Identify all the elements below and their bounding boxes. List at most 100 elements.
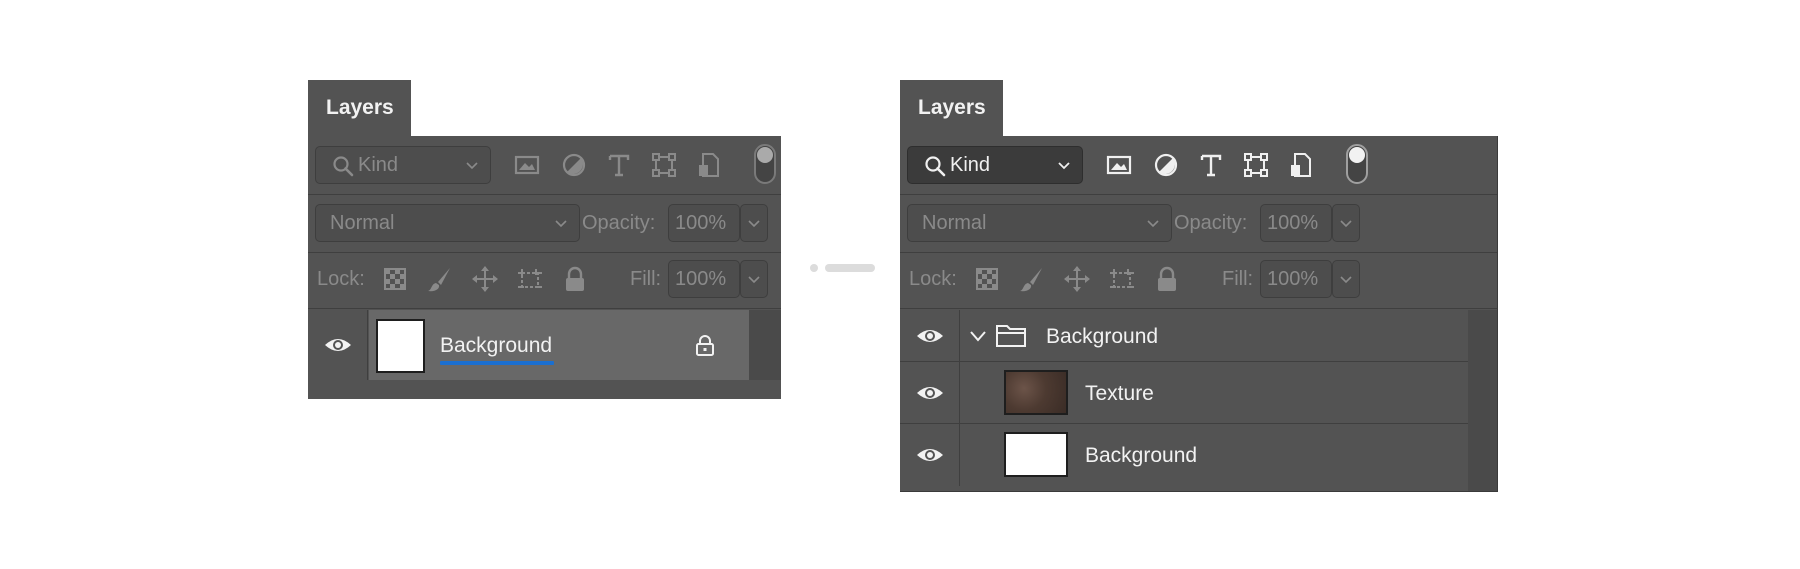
lock-image-pixels-icon[interactable] — [1017, 264, 1047, 294]
filter-kind-dropdown[interactable]: Kind — [907, 146, 1083, 184]
selected-layer-highlight — [369, 310, 749, 380]
divider — [900, 308, 1497, 309]
opacity-field[interactable]: 100% — [1260, 204, 1332, 242]
chevron-down-icon[interactable] — [968, 326, 988, 346]
shape-layer-filter-icon[interactable] — [647, 148, 681, 182]
chevron-down-icon — [1147, 220, 1159, 228]
layer-name[interactable]: Background — [1046, 325, 1158, 349]
chevron-down-icon — [1058, 162, 1070, 170]
visibility-cell[interactable] — [308, 310, 368, 380]
layers-panel-before: Layers Kind Normal Opacity: 100% Lock: F… — [308, 80, 781, 399]
lock-all-icon[interactable] — [1152, 264, 1182, 294]
eye-icon[interactable] — [915, 384, 945, 402]
lock-transparent-pixels-icon[interactable] — [972, 264, 1002, 294]
blend-mode-dropdown[interactable]: Normal — [315, 204, 580, 242]
layer-group-row[interactable]: Background — [900, 310, 1468, 362]
blend-mode-value: Normal — [330, 212, 395, 234]
lock-row: Lock: Fill: 100% — [900, 260, 1497, 300]
divider — [308, 308, 781, 309]
filter-row: Kind — [900, 144, 1497, 186]
filter-toggle-knob — [757, 147, 773, 163]
opacity-dropdown[interactable] — [740, 204, 768, 242]
lock-image-pixels-icon[interactable] — [425, 264, 455, 294]
chevron-down-icon — [466, 162, 478, 170]
lock-label: Lock: — [317, 268, 365, 290]
lock-position-icon[interactable] — [1062, 264, 1092, 294]
layers-panel-body: Kind Normal Opacity: 100% Lock: Fill: 10… — [308, 136, 781, 399]
fill-dropdown[interactable] — [740, 260, 768, 298]
connector-dash — [825, 264, 875, 272]
blend-row: Normal Opacity: 100% — [308, 204, 781, 244]
eye-icon[interactable] — [915, 327, 945, 345]
layer-name[interactable]: Texture — [1085, 382, 1154, 406]
layer-lock-icon[interactable] — [693, 333, 717, 357]
fill-field[interactable]: 100% — [668, 260, 740, 298]
scrollbar[interactable] — [1468, 310, 1497, 491]
shape-layer-filter-icon[interactable] — [1239, 148, 1273, 182]
layer-name[interactable]: Background — [440, 334, 552, 358]
chevron-down-icon — [748, 220, 760, 228]
fill-field[interactable]: 100% — [1260, 260, 1332, 298]
layer-name[interactable]: Background — [1085, 444, 1197, 468]
layers-list: Background Texture Background — [900, 310, 1497, 491]
opacity-label: Opacity: — [1174, 212, 1248, 234]
layers-tab[interactable]: Layers — [308, 80, 411, 136]
scrollbar[interactable] — [749, 310, 781, 380]
type-layer-filter-icon[interactable] — [1194, 148, 1228, 182]
eye-icon[interactable] — [915, 446, 945, 464]
lock-artboard-icon[interactable] — [515, 264, 545, 294]
eye-icon[interactable] — [323, 336, 353, 354]
smart-object-filter-icon[interactable] — [692, 148, 726, 182]
layer-row[interactable]: Texture — [900, 362, 1468, 424]
chevron-down-icon — [1340, 220, 1352, 228]
fill-value: 100% — [1267, 268, 1319, 290]
filter-kind-label: Kind — [358, 154, 399, 176]
layers-panel-body: Kind Normal Opacity: 100% Lock: Fill: 10… — [900, 136, 1498, 492]
filter-row: Kind — [308, 144, 781, 186]
blend-mode-value: Normal — [922, 212, 987, 234]
type-layer-filter-icon[interactable] — [602, 148, 636, 182]
opacity-field[interactable]: 100% — [668, 204, 740, 242]
layer-row[interactable]: Background — [900, 424, 1468, 486]
pixel-layer-filter-icon[interactable] — [510, 148, 544, 182]
divider — [900, 194, 1497, 195]
filter-kind-label: Kind — [950, 154, 991, 176]
smart-object-filter-icon[interactable] — [1284, 148, 1318, 182]
filter-toggle-knob — [1349, 147, 1365, 163]
visibility-cell[interactable] — [900, 310, 960, 362]
divider — [900, 252, 1497, 253]
layers-tab[interactable]: Layers — [900, 80, 1003, 136]
search-icon — [925, 156, 946, 177]
opacity-value: 100% — [1267, 212, 1319, 234]
lock-transparent-pixels-icon[interactable] — [380, 264, 410, 294]
fill-dropdown[interactable] — [1332, 260, 1360, 298]
visibility-cell[interactable] — [900, 424, 960, 486]
search-icon — [333, 156, 354, 177]
layer-thumbnail — [376, 319, 425, 373]
layer-row[interactable]: Background — [308, 310, 749, 380]
fill-label: Fill: — [630, 268, 662, 290]
lock-position-icon[interactable] — [470, 264, 500, 294]
fill-label: Fill: — [1222, 268, 1254, 290]
layers-list: Background — [308, 310, 781, 399]
layer-thumbnail — [1004, 432, 1068, 477]
chevron-down-icon — [555, 220, 567, 228]
pixel-layer-filter-icon[interactable] — [1102, 148, 1136, 182]
lock-artboard-icon[interactable] — [1107, 264, 1137, 294]
visibility-cell[interactable] — [900, 362, 960, 424]
filter-toggle[interactable] — [1346, 144, 1368, 184]
opacity-dropdown[interactable] — [1332, 204, 1360, 242]
lock-label: Lock: — [909, 268, 957, 290]
lock-all-icon[interactable] — [560, 264, 590, 294]
filter-kind-dropdown[interactable]: Kind — [315, 146, 491, 184]
opacity-label: Opacity: — [582, 212, 656, 234]
opacity-value: 100% — [675, 212, 727, 234]
divider — [308, 194, 781, 195]
adjustment-layer-filter-icon[interactable] — [557, 148, 591, 182]
blend-mode-dropdown[interactable]: Normal — [907, 204, 1172, 242]
divider — [308, 252, 781, 253]
blend-row: Normal Opacity: 100% — [900, 204, 1497, 244]
filter-toggle[interactable] — [754, 144, 776, 184]
adjustment-layer-filter-icon[interactable] — [1149, 148, 1183, 182]
chevron-down-icon — [1340, 276, 1352, 284]
